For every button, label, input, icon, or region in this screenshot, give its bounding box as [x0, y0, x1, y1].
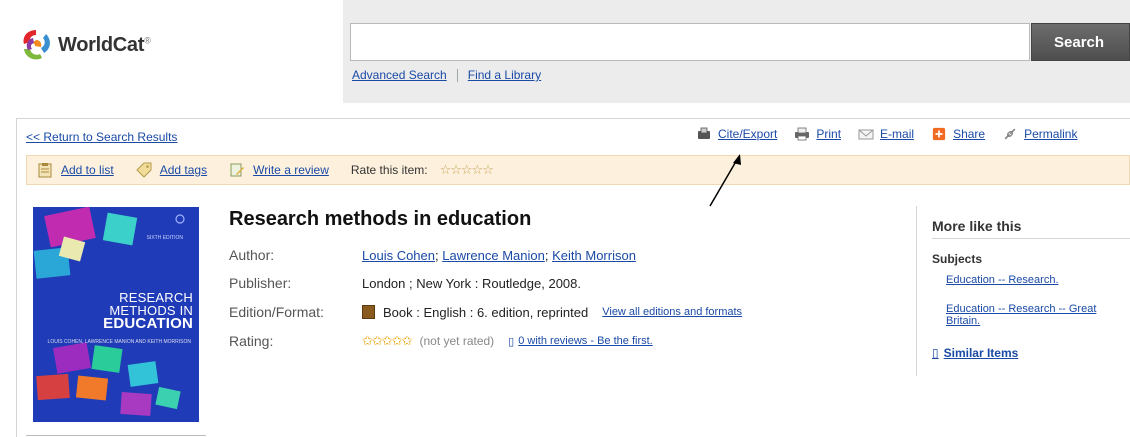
- share-link[interactable]: Share: [953, 127, 985, 141]
- find-a-library-link[interactable]: Find a Library: [468, 68, 541, 82]
- author-row: Author: Louis Cohen; Lawrence Manion; Ke…: [229, 247, 636, 263]
- return-to-search-results-link[interactable]: << Return to Search Results: [26, 130, 177, 144]
- search-input[interactable]: [350, 23, 1030, 61]
- edition-format-label: Edition/Format:: [229, 304, 324, 320]
- publisher-value: London ; New York : Routledge, 2008.: [362, 275, 581, 291]
- chain-link-icon: [1004, 128, 1016, 140]
- logo-text: WorldCat®: [58, 33, 151, 56]
- write-review-link[interactable]: Write a review: [253, 163, 329, 177]
- publisher-label: Publisher:: [229, 275, 292, 291]
- print-link[interactable]: Print: [816, 127, 841, 141]
- similar-items-link[interactable]: ▯ Similar Items: [932, 346, 1018, 360]
- write-review-action[interactable]: Write a review: [229, 162, 329, 178]
- advanced-search-link[interactable]: Advanced Search: [352, 68, 447, 82]
- record-tools: Cite/Export Print E-mail Share Permalink: [696, 127, 1094, 141]
- site-header: WorldCat® Search Advanced Search Find a …: [0, 0, 1130, 103]
- worldcat-logo-icon: [23, 30, 50, 60]
- search-button[interactable]: Search: [1031, 23, 1130, 61]
- annotation-arrow: [709, 154, 741, 207]
- publisher-row: Publisher: London ; New York : Routledge…: [229, 275, 581, 291]
- rating-label: Rating:: [229, 333, 274, 349]
- divider: [932, 238, 1130, 239]
- more-like-this-heading: More like this: [932, 218, 1022, 234]
- author-link[interactable]: Lawrence Manion: [442, 248, 545, 263]
- author-link[interactable]: Louis Cohen: [362, 248, 435, 263]
- author-label: Author:: [229, 247, 275, 263]
- cover-title: RESEARCH METHODS IN EDUCATION: [103, 290, 193, 332]
- rating-row: Rating: ✩✩✩✩✩ (not yet rated) ▯ 0 with r…: [229, 333, 653, 349]
- subjects-heading: Subjects: [932, 252, 983, 266]
- permalink-tool[interactable]: Permalink: [1002, 127, 1077, 141]
- clipboard-icon: [38, 163, 52, 178]
- add-tags-action[interactable]: Add tags: [135, 162, 207, 178]
- review-pencil-icon: [230, 163, 245, 177]
- author-link[interactable]: Keith Morrison: [552, 248, 636, 263]
- print-tool[interactable]: Print: [794, 127, 841, 141]
- permalink-link[interactable]: Permalink: [1024, 127, 1077, 141]
- divider: [26, 435, 206, 436]
- cover-edition: SIXTH EDITION: [146, 235, 183, 241]
- plus-share-icon: [932, 127, 946, 141]
- cite-export-tool[interactable]: Cite/Export: [696, 127, 777, 141]
- rate-stars-input[interactable]: ☆☆☆☆☆: [440, 162, 494, 178]
- rating-value: ✩✩✩✩✩ (not yet rated) ▯ 0 with reviews -…: [362, 333, 653, 349]
- action-toolbar: Add to list Add tags Write a review Rate…: [26, 155, 1130, 185]
- header-links: Advanced Search Find a Library: [352, 68, 541, 82]
- add-tags-link[interactable]: Add tags: [160, 163, 207, 177]
- email-tool[interactable]: E-mail: [858, 127, 914, 141]
- book-cover-image[interactable]: SIXTH EDITION RESEARCH METHODS IN EDUCAT…: [33, 207, 199, 422]
- cite-export-icon: [698, 127, 710, 139]
- book-format-icon: [362, 305, 375, 319]
- subject-link[interactable]: Education -- Research -- Great Britain.: [946, 303, 1130, 327]
- divider: [916, 206, 917, 376]
- cite-export-link[interactable]: Cite/Export: [718, 127, 777, 141]
- printer-icon: [795, 127, 810, 141]
- share-tool[interactable]: Share: [931, 127, 985, 141]
- cover-authors: LOUIS COHEN, LAWRENCE MANION AND KEITH M…: [47, 339, 191, 345]
- edition-format-value: Book : English : 6. edition, reprinted V…: [362, 305, 742, 320]
- envelope-icon: [858, 129, 874, 140]
- add-to-list-action[interactable]: Add to list: [37, 162, 114, 178]
- edition-format-row: Edition/Format: Book : English : 6. edit…: [229, 304, 742, 320]
- review-icon: ▯: [508, 335, 515, 348]
- worldcat-logo[interactable]: WorldCat®: [17, 26, 151, 64]
- tag-icon: [135, 162, 152, 178]
- author-value: Louis Cohen; Lawrence Manion; Keith Morr…: [362, 247, 636, 263]
- reviews-link[interactable]: 0 with reviews - Be the first.: [518, 335, 653, 347]
- rating-status: (not yet rated): [419, 334, 495, 348]
- email-link[interactable]: E-mail: [880, 127, 914, 141]
- view-all-editions-link[interactable]: View all editions and formats: [602, 306, 742, 318]
- add-to-list-link[interactable]: Add to list: [61, 163, 114, 177]
- rate-item-label: Rate this item:: [350, 163, 428, 177]
- rating-stars: ✩✩✩✩✩: [362, 333, 412, 348]
- record-title: Research methods in education: [229, 208, 532, 230]
- divider: [456, 68, 458, 82]
- subject-link[interactable]: Education -- Research.: [946, 274, 1130, 286]
- document-icon: ▯: [932, 346, 939, 360]
